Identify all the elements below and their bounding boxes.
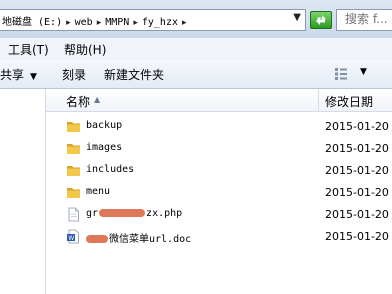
list-item[interactable]: gr zx.php 2015-01-20 [46, 204, 392, 226]
redaction-mark [99, 209, 146, 217]
breadcrumb: 地磁盘 (E:) ▸ web ▸ MMPN ▸ fy_hzx ▸ [2, 13, 191, 28]
breadcrumb-web[interactable]: web [75, 17, 93, 28]
folder-icon [67, 122, 80, 132]
address-history-dropdown-icon[interactable]: ▼ [293, 12, 301, 23]
menu-tools[interactable]: 工具(T) [8, 41, 49, 58]
navigation-pane[interactable] [0, 89, 46, 294]
file-name: menu [86, 186, 111, 197]
new-folder-button[interactable]: 新建文件夹 [104, 66, 164, 83]
address-bar[interactable]: 地磁盘 (E:) ▸ web ▸ MMPN ▸ fy_hzx ▸ ▼ [0, 9, 306, 31]
file-name-prefix: gr [86, 208, 99, 219]
svg-text:W: W [68, 235, 74, 242]
share-button[interactable]: 共享 ▼ [0, 66, 37, 83]
search-input[interactable] [337, 10, 392, 28]
view-options-icon[interactable] [334, 67, 348, 81]
file-name: includes [86, 164, 135, 175]
folder-icon [67, 166, 80, 176]
chevron-down-icon: ▼ [30, 72, 37, 82]
word-doc-icon: W [67, 229, 79, 244]
share-label: 共享 [0, 68, 25, 82]
file-name-suffix: zx.php [146, 208, 183, 219]
breadcrumb-separator-icon[interactable]: ▸ [133, 18, 138, 28]
file-name: 微信菜单url.doc [86, 230, 191, 245]
refresh-button[interactable] [310, 11, 332, 29]
breadcrumb-separator-icon[interactable]: ▸ [182, 18, 187, 28]
breadcrumb-fy-hzx[interactable]: fy_hzx [142, 17, 178, 28]
sort-ascending-icon: ▲ [94, 95, 101, 104]
file-date: 2015-01-20 [325, 186, 389, 199]
breadcrumb-drive[interactable]: 地磁盘 (E:) [2, 17, 62, 28]
refresh-icon [316, 15, 326, 25]
burn-button[interactable]: 刻录 [62, 66, 86, 83]
file-date: 2015-01-20 [325, 120, 389, 133]
column-date-header[interactable]: 修改日期 [325, 93, 373, 110]
list-item[interactable]: backup 2015-01-20 [46, 116, 392, 138]
file-date: 2015-01-20 [325, 230, 389, 243]
file-name: images [86, 142, 123, 153]
search-box[interactable] [336, 9, 392, 31]
file-date: 2015-01-20 [325, 142, 389, 155]
file-name: gr zx.php [86, 208, 182, 219]
column-divider[interactable] [318, 89, 319, 111]
breadcrumb-separator-icon[interactable]: ▸ [66, 18, 71, 28]
php-file-icon [68, 207, 79, 222]
folder-icon [67, 188, 80, 198]
address-bar-row: 地磁盘 (E:) ▸ web ▸ MMPN ▸ fy_hzx ▸ ▼ [0, 0, 392, 38]
folder-icon [67, 144, 80, 154]
menu-bar: 工具(T) 帮助(H) [0, 38, 392, 61]
list-item[interactable]: W 微信菜单url.doc 2015-01-20 [46, 226, 392, 248]
file-list: backup 2015-01-20 images 2015-01-20 incl… [46, 116, 392, 248]
file-date: 2015-01-20 [325, 208, 389, 221]
breadcrumb-separator-icon[interactable]: ▸ [97, 18, 102, 28]
file-name-suffix: 微信菜单url.doc [109, 234, 192, 245]
redaction-mark [86, 235, 108, 243]
column-name-header[interactable]: 名称 [66, 93, 90, 110]
command-bar: 共享 ▼ 刻录 新建文件夹 ▼ [0, 60, 392, 89]
file-name: backup [86, 120, 123, 131]
list-item[interactable]: includes 2015-01-20 [46, 160, 392, 182]
list-item[interactable]: menu 2015-01-20 [46, 182, 392, 204]
breadcrumb-mmpn[interactable]: MMPN [105, 17, 129, 28]
column-header: 名称 ▲ 修改日期 [46, 89, 392, 112]
list-item[interactable]: images 2015-01-20 [46, 138, 392, 160]
file-date: 2015-01-20 [325, 164, 389, 177]
view-dropdown-icon[interactable]: ▼ [360, 67, 367, 77]
menu-help[interactable]: 帮助(H) [64, 41, 106, 58]
